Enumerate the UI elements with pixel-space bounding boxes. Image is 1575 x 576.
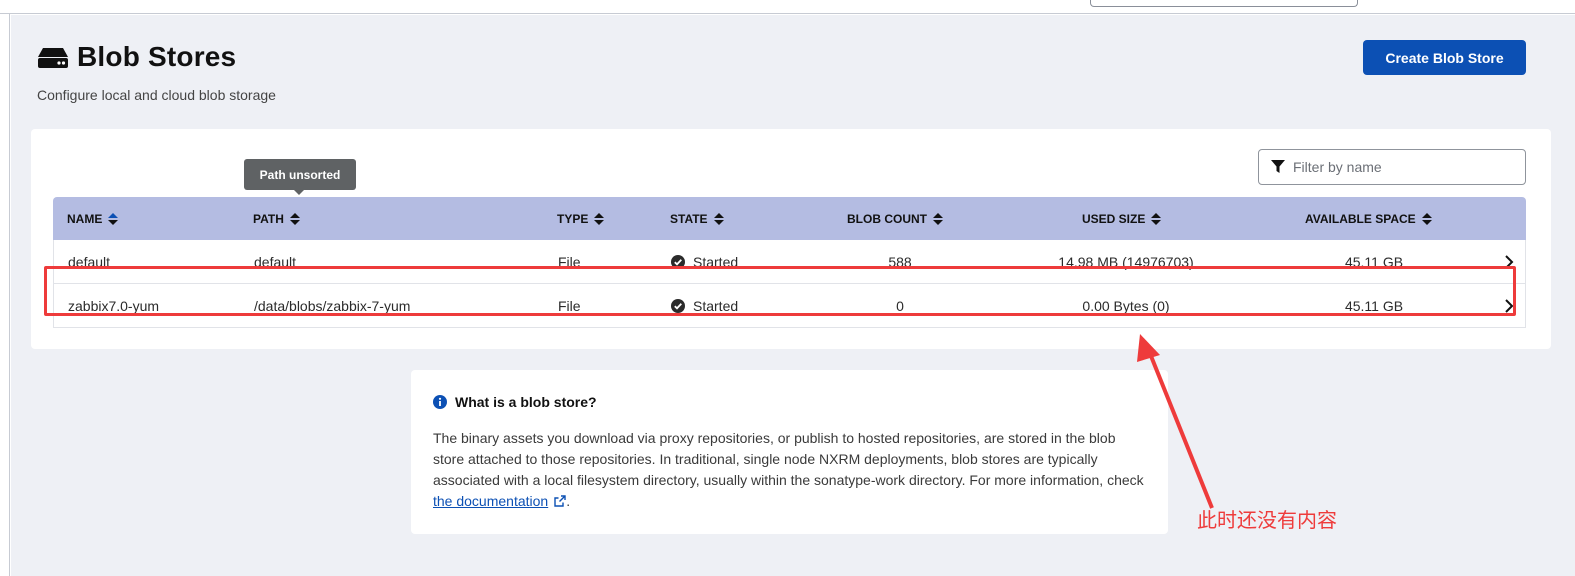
filter-by-name-input[interactable] [1293,159,1513,175]
filter-icon [1271,160,1285,173]
column-header-type[interactable]: TYPE [557,197,605,240]
info-title: What is a blob store? [433,394,1146,410]
column-header-used-size[interactable]: USED SIZE [1082,197,1162,240]
cell-available-space: 45.11 GB [1344,298,1404,314]
table-row[interactable]: zabbix7.0-yum /data/blobs/zabbix-7-yum F… [53,284,1526,328]
sort-icon [594,212,605,225]
cell-type: File [558,254,581,270]
cell-state: Started [671,240,738,284]
check-circle-icon [671,255,685,269]
sort-icon [713,212,724,225]
column-header-path[interactable]: PATH [253,197,300,240]
left-rail [0,14,10,576]
cell-name: default [68,254,111,270]
table-header: NAME PATH TYPE STATE BLOB COUNT USED SIZ… [53,197,1526,240]
filter-box[interactable] [1258,149,1526,185]
cell-path: default [254,254,297,270]
cell-type: File [558,298,581,314]
sort-icon [1151,212,1162,225]
column-header-available-space[interactable]: AVAILABLE SPACE [1305,197,1432,240]
blob-stores-table: NAME PATH TYPE STATE BLOB COUNT USED SIZ… [53,197,1526,328]
app-window: Blob Stores Configure local and cloud bl… [0,0,1575,576]
external-link-icon [554,495,566,507]
info-body: The binary assets you download via proxy… [433,430,1144,509]
cell-used-size: 14.98 MB (14976703) [1058,254,1194,270]
path-sort-tooltip: Path unsorted [244,159,356,195]
column-header-state[interactable]: STATE [670,197,724,240]
sort-icon [1421,212,1432,225]
title-row: Blob Stores [37,41,276,73]
column-header-blob-count[interactable]: BLOB COUNT [847,197,943,240]
blob-store-info-card: What is a blob store? The binary assets … [411,370,1168,534]
cell-used-size: 0.00 Bytes (0) [1082,298,1170,314]
page-title: Blob Stores [77,41,237,72]
chevron-right-icon[interactable] [1503,254,1515,270]
create-blob-store-button[interactable]: Create Blob Store [1363,40,1526,75]
blob-stores-panel: Path unsorted NAME PATH [31,129,1551,349]
sort-ascending-icon [108,212,119,225]
column-header-name[interactable]: NAME [67,197,119,240]
cell-state: Started [671,284,738,328]
cell-available-space: 45.11 GB [1344,254,1404,270]
annotation-text: 此时还没有内容 [1197,508,1337,532]
table-row[interactable]: default default File Started 588 14.98 M… [53,240,1526,284]
cell-blob-count: 0 [896,298,904,314]
check-circle-icon [671,299,685,313]
info-icon [433,395,447,409]
cell-name: zabbix7.0-yum [68,298,160,314]
top-bar [0,0,1575,14]
chevron-right-icon[interactable] [1503,298,1515,314]
top-search-input[interactable] [1090,0,1358,7]
sort-icon [933,212,943,225]
cell-path: /data/blobs/zabbix-7-yum [254,298,411,314]
documentation-link[interactable]: the documentation [433,493,548,509]
page-header: Blob Stores Configure local and cloud bl… [37,41,276,103]
cell-blob-count: 588 [888,254,912,270]
sort-icon [289,212,300,225]
hard-drive-icon [38,48,68,68]
page-subtitle: Configure local and cloud blob storage [37,87,276,103]
main-content: Blob Stores Configure local and cloud bl… [11,15,1575,576]
